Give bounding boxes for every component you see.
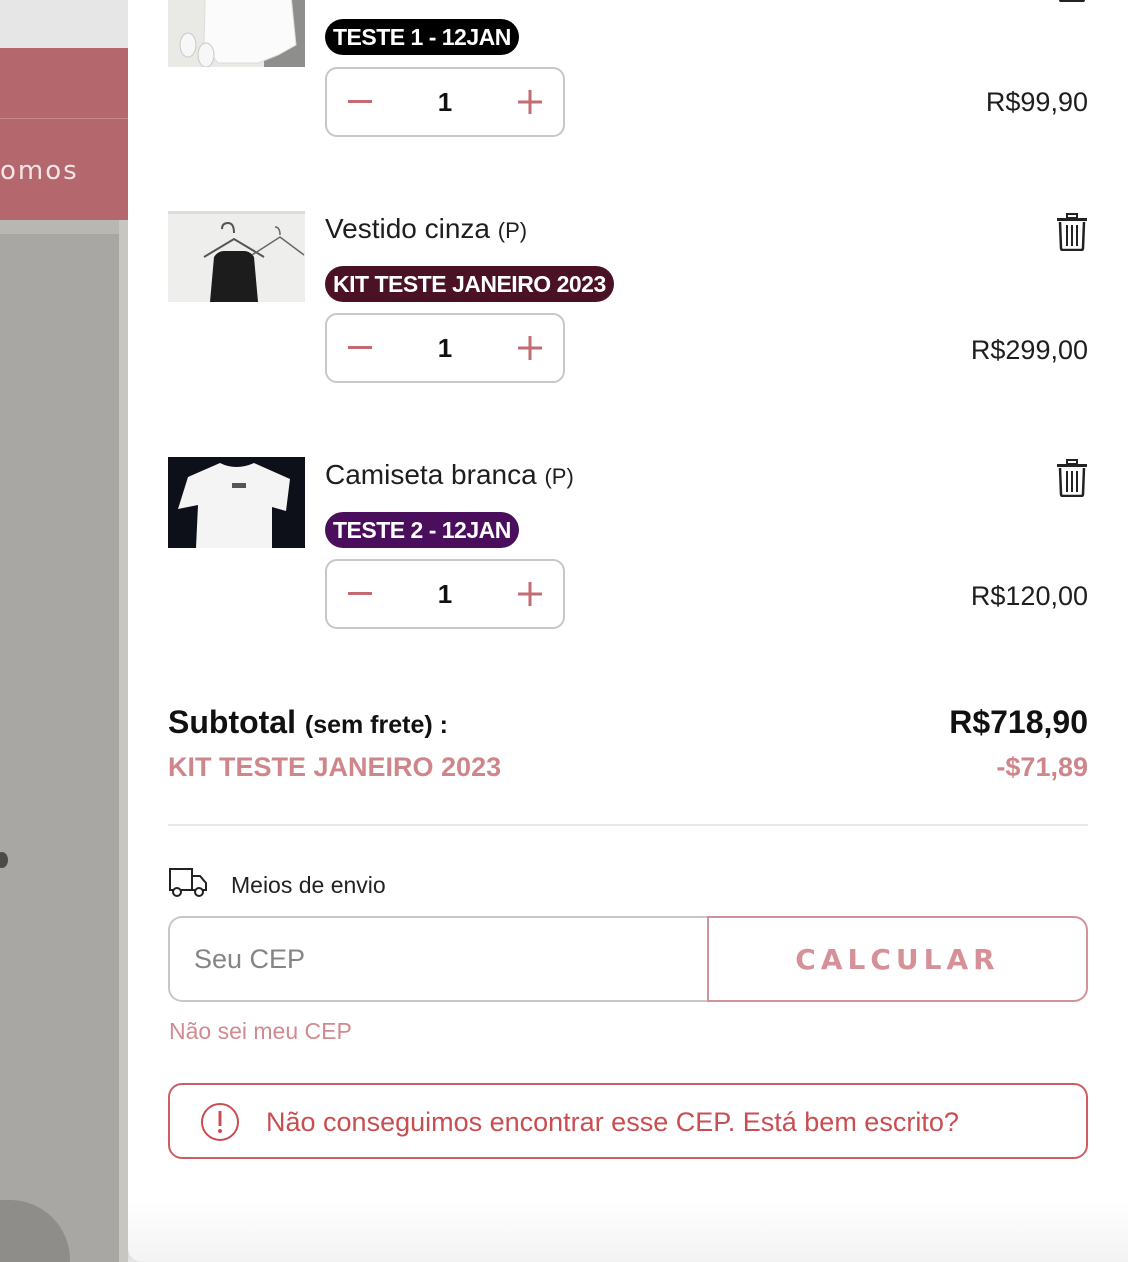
subtotal-note: (sem frete) : <box>304 711 448 739</box>
divider <box>168 824 1088 826</box>
quantity-value[interactable]: 1 <box>393 561 497 627</box>
increase-quantity-button[interactable] <box>497 315 563 381</box>
cep-error-message: Não conseguimos encontrar esse CEP. Está… <box>266 1107 959 1137</box>
alert-circle-icon <box>201 1103 239 1141</box>
background-header <box>0 0 128 48</box>
decrease-quantity-button[interactable] <box>327 561 393 627</box>
item-price: R$299,00 <box>970 335 1088 365</box>
decrease-quantity-button[interactable] <box>327 315 393 381</box>
dont-know-cep-link[interactable]: Não sei meu CEP <box>169 1018 352 1045</box>
item-name-text: Camiseta branca <box>325 459 537 490</box>
increase-quantity-button[interactable] <box>497 561 563 627</box>
background-nav-divider <box>0 118 128 119</box>
subtotal-label: Subtotal (sem frete) : <box>168 704 448 741</box>
item-size: (P) <box>497 218 528 243</box>
white-sweatshirt-photo <box>168 0 305 67</box>
minus-icon <box>348 592 372 595</box>
cep-input[interactable] <box>168 916 709 1002</box>
item-badge: KIT TESTE JANEIRO 2023 <box>325 266 614 302</box>
background-nav <box>0 48 128 220</box>
quantity-stepper: 1 <box>325 559 565 629</box>
quantity-value[interactable]: 1 <box>393 69 497 135</box>
increase-quantity-button[interactable] <box>497 69 563 135</box>
minus-icon <box>348 100 372 103</box>
cep-form: CALCULAR <box>168 916 1088 1002</box>
item-price: R$120,00 <box>970 581 1088 611</box>
shipping-label: Meios de envio <box>231 872 386 898</box>
truck-icon <box>169 868 207 897</box>
trash-icon[interactable] <box>1056 213 1088 251</box>
cep-error-alert: Não conseguimos encontrar esse CEP. Está… <box>168 1083 1088 1159</box>
trash-icon[interactable] <box>1056 0 1088 2</box>
calculate-shipping-button[interactable]: CALCULAR <box>707 916 1088 1002</box>
background-nav-item: omos <box>0 156 79 186</box>
item-name[interactable]: Camiseta branca (P) <box>325 459 574 491</box>
item-size: (P) <box>544 464 574 489</box>
plus-icon <box>518 336 542 360</box>
background-photo <box>0 234 119 1262</box>
decrease-quantity-button[interactable] <box>327 69 393 135</box>
item-badge: TESTE 2 - 12JAN <box>325 512 519 548</box>
discount-value: -$71,89 <box>996 752 1088 782</box>
subtotal-value: R$718,90 <box>949 704 1088 740</box>
cart-item: TESTE 1 - 12JAN 1 R$99,90 <box>168 0 1088 185</box>
product-thumbnail[interactable] <box>168 0 305 67</box>
subtotal-label-text: Subtotal <box>168 704 296 740</box>
item-name[interactable]: Vestido cinza (P) <box>325 213 527 245</box>
plus-icon <box>518 90 542 114</box>
white-tshirt-photo <box>168 457 305 548</box>
quantity-value[interactable]: 1 <box>393 315 497 381</box>
cart-drawer: TESTE 1 - 12JAN 1 R$99,90 Vestido cinza … <box>128 0 1128 1262</box>
item-price: R$99,90 <box>985 87 1088 117</box>
drawer-bottom-fade <box>128 1202 1128 1262</box>
background-strip <box>119 220 128 1262</box>
quantity-stepper: 1 <box>325 313 565 383</box>
item-name-text: Vestido cinza <box>325 213 490 244</box>
black-dress-on-hanger-photo <box>168 211 305 302</box>
plus-icon <box>518 582 542 606</box>
item-badge: TESTE 1 - 12JAN <box>325 19 519 55</box>
discount-label: KIT TESTE JANEIRO 2023 <box>168 752 502 782</box>
cart-item: Vestido cinza (P) KIT TESTE JANEIRO 2023… <box>168 211 1088 431</box>
cart-item: Camiseta branca (P) TESTE 2 - 12JAN 1 R$… <box>168 457 1088 677</box>
trash-icon[interactable] <box>1056 459 1088 497</box>
product-thumbnail[interactable] <box>168 457 305 548</box>
product-thumbnail[interactable] <box>168 211 305 302</box>
minus-icon <box>348 346 372 349</box>
quantity-stepper: 1 <box>325 67 565 137</box>
